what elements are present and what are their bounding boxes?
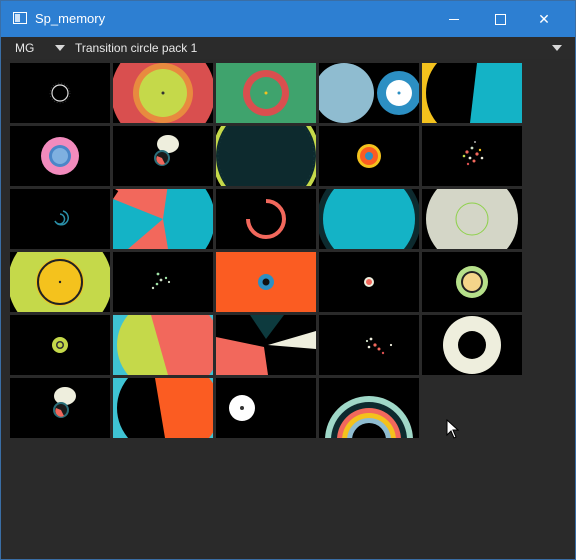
thumb-white-dot[interactable]	[216, 378, 316, 438]
thumb-blob-ring[interactable]	[113, 126, 213, 186]
thumb-concentric-arcs[interactable]	[319, 378, 419, 438]
thumb-lime-dot[interactable]	[10, 315, 110, 375]
thumb-blob-ring-2[interactable]	[10, 378, 110, 438]
thumb-orange-dot[interactable]	[319, 126, 419, 186]
thumb-teal-swirl[interactable]	[10, 189, 110, 249]
thumb-teal-coral-wedges[interactable]	[113, 189, 213, 249]
thumb-pink-blue-ring[interactable]	[10, 126, 110, 186]
close-icon: ✕	[538, 10, 550, 27]
maximize-button[interactable]	[477, 1, 523, 37]
thumb-cream-green-ring[interactable]	[422, 189, 522, 249]
thumb-green-particles[interactable]	[113, 252, 213, 312]
thumb-red-lime-circle[interactable]	[113, 63, 213, 123]
window-title: Sp_memory	[35, 11, 106, 26]
thumb-cream-donut[interactable]	[422, 315, 522, 375]
thumbnail-grid	[10, 63, 526, 441]
thumb-green-red-ring[interactable]	[216, 63, 316, 123]
thumb-coral-cream-shards[interactable]	[216, 315, 316, 375]
thumb-particles[interactable]	[422, 126, 522, 186]
thumb-yellow-teal-split[interactable]	[422, 63, 522, 123]
mouse-cursor-icon	[446, 418, 460, 444]
app-window: Sp_memory ✕ MG Transition circle pack 1	[0, 0, 576, 560]
thumb-particles-2[interactable]	[319, 315, 419, 375]
thumb-yellow-green-ring[interactable]	[422, 252, 522, 312]
thumb-lime-coral-split[interactable]	[113, 315, 213, 375]
thumb-coral-arc[interactable]	[216, 189, 316, 249]
app-window-icon	[13, 12, 27, 24]
close-button[interactable]: ✕	[521, 1, 567, 37]
title-bar[interactable]: Sp_memory ✕	[1, 1, 575, 37]
minimize-button[interactable]	[431, 1, 477, 37]
maximize-icon	[494, 13, 506, 25]
thumb-teal-large-circle[interactable]	[319, 189, 419, 249]
thumb-small-coral-dot[interactable]	[319, 252, 419, 312]
thumb-lime-yellow-ring[interactable]	[10, 252, 110, 312]
thumb-small-ring[interactable]	[10, 63, 110, 123]
thumb-dark-teal-circle[interactable]	[216, 126, 316, 186]
thumb-blue-circles[interactable]	[319, 63, 419, 123]
pack-select[interactable]: Transition circle pack 1	[75, 41, 197, 55]
minimize-icon	[449, 18, 459, 20]
chevron-down-icon[interactable]	[55, 45, 65, 51]
category-select[interactable]: MG	[15, 41, 34, 55]
thumb-orange-blue-dot[interactable]	[216, 252, 316, 312]
thumb-teal-orange-split[interactable]	[113, 378, 213, 438]
chevron-down-icon[interactable]	[552, 45, 562, 51]
toolbar: MG Transition circle pack 1	[1, 37, 575, 59]
